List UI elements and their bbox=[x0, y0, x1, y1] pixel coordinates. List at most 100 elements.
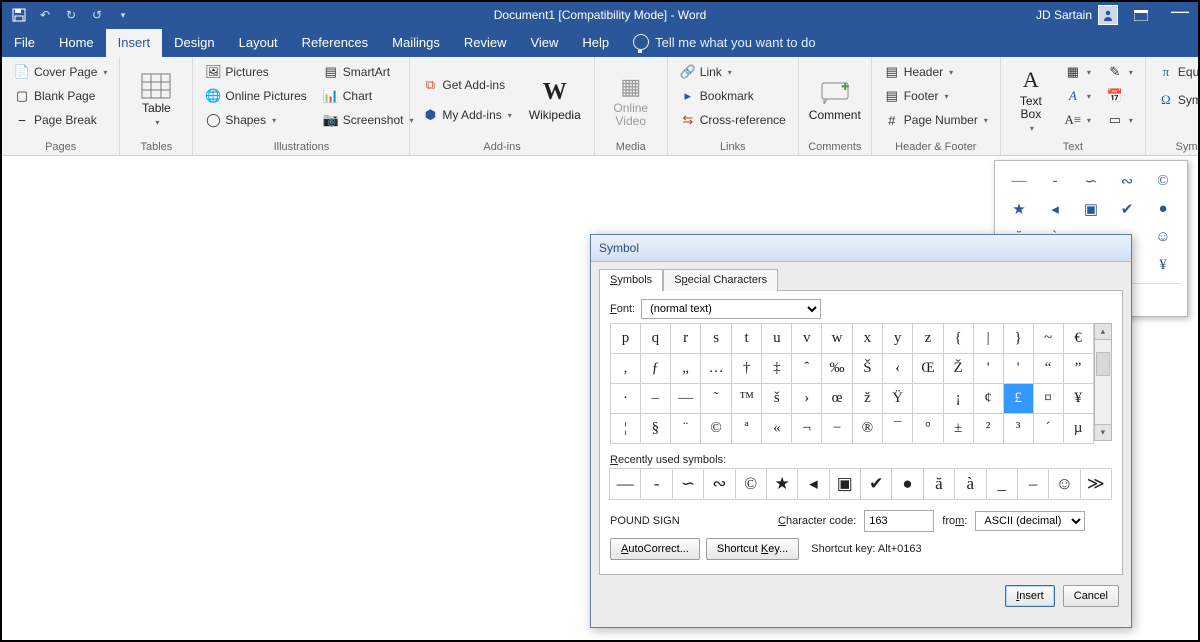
symbol-grid-cell[interactable]: ¬ bbox=[792, 414, 822, 444]
wordart-button[interactable]: A▾ bbox=[1061, 85, 1095, 107]
symbol-grid-cell[interactable]: u bbox=[762, 324, 792, 354]
tab-view[interactable]: View bbox=[518, 29, 570, 57]
header-button[interactable]: ▤Header▾ bbox=[880, 61, 992, 83]
symbol-grid-cell[interactable]: — bbox=[670, 384, 701, 414]
symbol-grid-cell[interactable]: , bbox=[611, 354, 641, 384]
symbol-grid-cell[interactable]: ¤ bbox=[1033, 384, 1063, 414]
insert-button[interactable]: Insert bbox=[1005, 585, 1055, 607]
symbol-grid-cell[interactable]: q bbox=[640, 324, 670, 354]
cover-page-button[interactable]: 📄Cover Page▾ bbox=[10, 61, 111, 83]
symbol-grid-cell[interactable]: ~ bbox=[1033, 324, 1063, 354]
signature-line-button[interactable]: ✎▾ bbox=[1103, 61, 1137, 83]
recent-symbol-cell[interactable]: _ bbox=[986, 468, 1018, 500]
recent-symbol-cell[interactable]: ✔ bbox=[860, 468, 892, 500]
symbol-grid-cell[interactable]: ž bbox=[852, 384, 882, 414]
recent-symbol-cell[interactable]: ∽ bbox=[672, 468, 704, 500]
symbol-grid-cell[interactable]: ” bbox=[1063, 354, 1093, 384]
symbol-grid-cell[interactable]: † bbox=[731, 354, 761, 384]
table-button[interactable]: Table▾ bbox=[128, 61, 184, 139]
symbol-grid-cell[interactable]: œ bbox=[822, 384, 853, 414]
page-break-button[interactable]: ⎯Page Break bbox=[10, 109, 111, 131]
tab-insert[interactable]: Insert bbox=[106, 29, 163, 57]
symbol-grid-cell[interactable] bbox=[913, 384, 943, 414]
symbol-grid-cell[interactable]: ' bbox=[1003, 354, 1033, 384]
tell-me-search[interactable]: Tell me what you want to do bbox=[621, 28, 827, 57]
symbol-dropdown-cell[interactable]: ★ bbox=[1001, 195, 1037, 223]
symbol-grid-cell[interactable]: ´ bbox=[1033, 414, 1063, 444]
symbol-grid-cell[interactable]: ‡ bbox=[762, 354, 792, 384]
tab-review[interactable]: Review bbox=[452, 29, 519, 57]
symbol-dropdown-cell[interactable]: ● bbox=[1145, 195, 1181, 223]
symbol-grid-cell[interactable]: r bbox=[670, 324, 701, 354]
recent-symbol-cell[interactable]: — bbox=[609, 468, 641, 500]
chart-button[interactable]: 📊Chart bbox=[319, 85, 418, 107]
symbol-dropdown-cell[interactable]: ☺ bbox=[1145, 223, 1181, 251]
symbol-grid-cell[interactable]: – bbox=[640, 384, 670, 414]
recent-symbol-cell[interactable]: ☺ bbox=[1048, 468, 1080, 500]
scroll-thumb[interactable] bbox=[1096, 352, 1110, 376]
recent-symbol-cell[interactable]: ≫ bbox=[1080, 468, 1112, 500]
undo-icon[interactable]: ↶ bbox=[34, 4, 56, 26]
symbol-grid-cell[interactable]: · bbox=[611, 384, 641, 414]
page-number-button[interactable]: #Page Number▾ bbox=[880, 109, 992, 131]
object-button[interactable]: ▭▾ bbox=[1103, 109, 1137, 131]
symbol-grid-cell[interactable]: ˆ bbox=[792, 354, 822, 384]
symbol-grid-cell[interactable]: | bbox=[973, 324, 1003, 354]
shapes-button[interactable]: ◯Shapes▾ bbox=[201, 109, 310, 131]
footer-button[interactable]: ▤Footer▾ bbox=[880, 85, 992, 107]
symbol-grid-cell[interactable]: ³ bbox=[1003, 414, 1033, 444]
symbol-grid-cell[interactable]: « bbox=[762, 414, 792, 444]
symbol-grid-cell[interactable]: Ÿ bbox=[883, 384, 913, 414]
tab-file[interactable]: File bbox=[2, 29, 47, 57]
symbol-grid-cell[interactable]: ª bbox=[731, 414, 761, 444]
grid-scrollbar[interactable]: ▴ ▾ bbox=[1094, 323, 1112, 441]
from-select[interactable]: ASCII (decimal) bbox=[975, 511, 1085, 531]
cross-reference-button[interactable]: ⇆Cross-reference bbox=[676, 109, 790, 131]
recent-symbol-cell[interactable]: ∾ bbox=[703, 468, 735, 500]
symbol-grid-cell[interactable]: … bbox=[701, 354, 732, 384]
symbol-dropdown-cell[interactable]: ∽ bbox=[1073, 167, 1109, 195]
recent-symbol-cell[interactable]: ▣ bbox=[829, 468, 861, 500]
quick-parts-button[interactable]: ▦▾ bbox=[1061, 61, 1095, 83]
symbol-grid-cell[interactable]: ¥ bbox=[1063, 384, 1093, 414]
symbol-grid-cell[interactable]: ° bbox=[913, 414, 943, 444]
tab-layout[interactable]: Layout bbox=[227, 29, 290, 57]
my-addins-button[interactable]: ⬢My Add-ins▾ bbox=[418, 104, 515, 126]
symbol-grid-cell[interactable]: t bbox=[731, 324, 761, 354]
recent-symbol-cell[interactable]: à bbox=[954, 468, 986, 500]
user-area[interactable]: JD Sartain bbox=[1036, 5, 1118, 25]
comment-button[interactable]: ✚ Comment bbox=[807, 61, 863, 139]
symbol-grid-cell[interactable]: ¨ bbox=[670, 414, 701, 444]
symbol-grid-cell[interactable]: ‰ bbox=[822, 354, 853, 384]
recent-symbol-cell[interactable]: ◂ bbox=[797, 468, 829, 500]
wikipedia-button[interactable]: W Wikipedia bbox=[524, 61, 586, 139]
tab-references[interactable]: References bbox=[290, 29, 380, 57]
symbol-grid-cell[interactable]: µ bbox=[1063, 414, 1093, 444]
drop-cap-button[interactable]: A≡▾ bbox=[1061, 109, 1095, 131]
recent-symbol-cell[interactable]: ★ bbox=[766, 468, 798, 500]
symbol-dropdown-cell[interactable]: - bbox=[1037, 167, 1073, 195]
scroll-down-icon[interactable]: ▾ bbox=[1095, 424, 1111, 440]
dialog-tab-symbols[interactable]: Symbols bbox=[599, 269, 663, 291]
symbol-grid-cell[interactable]: £ bbox=[1003, 384, 1033, 414]
symbol-grid-cell[interactable]: ' bbox=[973, 354, 1003, 384]
recent-symbol-cell[interactable]: – bbox=[1017, 468, 1049, 500]
blank-page-button[interactable]: ▢Blank Page bbox=[10, 85, 111, 107]
symbol-grid-cell[interactable]: p bbox=[611, 324, 641, 354]
symbol-grid-cell[interactable]: › bbox=[792, 384, 822, 414]
recent-symbol-cell[interactable]: © bbox=[735, 468, 767, 500]
pictures-button[interactable]: 🖼Pictures bbox=[201, 61, 310, 83]
font-select[interactable]: (normal text) bbox=[641, 299, 821, 319]
symbol-grid-cell[interactable]: © bbox=[701, 414, 732, 444]
symbol-grid-cell[interactable]: € bbox=[1063, 324, 1093, 354]
symbol-dropdown-cell[interactable]: — bbox=[1001, 167, 1037, 195]
text-box-button[interactable]: A Text Box▾ bbox=[1009, 61, 1053, 139]
symbol-grid-cell[interactable]: z bbox=[913, 324, 943, 354]
cancel-button[interactable]: Cancel bbox=[1063, 585, 1119, 607]
symbol-grid-cell[interactable]: š bbox=[762, 384, 792, 414]
scroll-up-icon[interactable]: ▴ bbox=[1095, 324, 1111, 340]
symbol-grid-cell[interactable]: x bbox=[852, 324, 882, 354]
save-icon[interactable] bbox=[8, 4, 30, 26]
minimize-icon[interactable]: — bbox=[1168, 1, 1192, 22]
dialog-title[interactable]: Symbol bbox=[591, 235, 1131, 262]
